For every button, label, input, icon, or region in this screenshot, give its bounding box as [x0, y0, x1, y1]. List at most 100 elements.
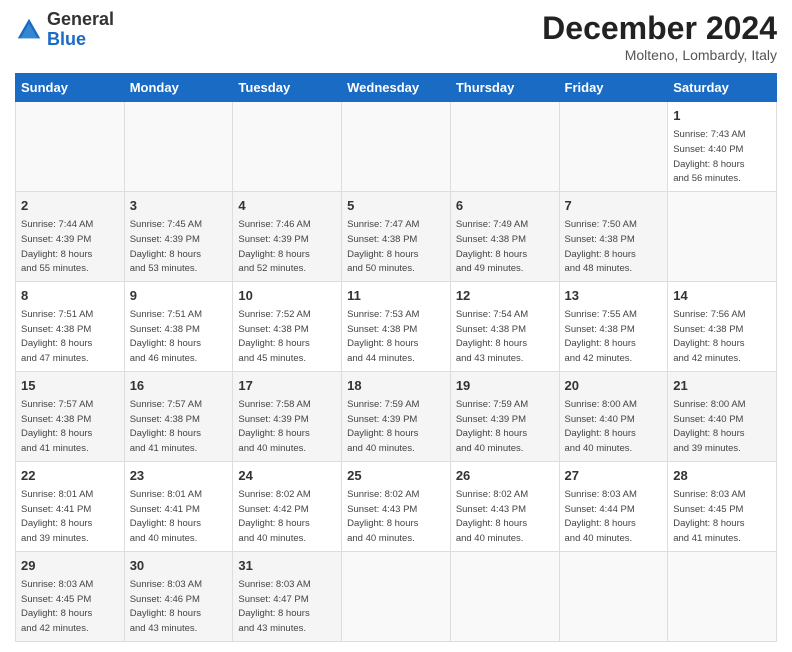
day-number: 5 — [347, 197, 445, 215]
day-info: Sunrise: 7:45 AMSunset: 4:39 PMDaylight:… — [130, 219, 202, 274]
day-info: Sunrise: 7:49 AMSunset: 4:38 PMDaylight:… — [456, 219, 528, 274]
day-number: 29 — [21, 557, 119, 575]
day-number: 10 — [238, 287, 336, 305]
table-row: 7 Sunrise: 7:50 AMSunset: 4:38 PMDaylight… — [559, 191, 668, 281]
month-title: December 2024 — [542, 10, 777, 47]
day-number: 24 — [238, 467, 336, 485]
table-row: 25 Sunrise: 8:02 AMSunset: 4:43 PMDayligh… — [342, 461, 451, 551]
table-row: 16 Sunrise: 7:57 AMSunset: 4:38 PMDayligh… — [124, 371, 233, 461]
col-monday: Monday — [124, 74, 233, 102]
table-row: 11Sunrise: 7:53 AMSunset: 4:38 PMDayligh… — [342, 281, 451, 371]
col-wednesday: Wednesday — [342, 74, 451, 102]
table-row: 31Sunrise: 8:03 AMSunset: 4:47 PMDayligh… — [233, 551, 342, 641]
table-row: 24 Sunrise: 8:02 AMSunset: 4:42 PMDayligh… — [233, 461, 342, 551]
day-number: 27 — [565, 467, 663, 485]
table-row: 18Sunrise: 7:59 AMSunset: 4:39 PMDayligh… — [342, 371, 451, 461]
day-number: 30 — [130, 557, 228, 575]
day-number: 23 — [130, 467, 228, 485]
day-info: Sunrise: 7:51 AMSunset: 4:38 PMDaylight:… — [21, 309, 93, 364]
table-row — [668, 551, 777, 641]
day-number: 31 — [238, 557, 336, 575]
calendar-week-row: 8 Sunrise: 7:51 AMSunset: 4:38 PMDaylight… — [16, 281, 777, 371]
col-tuesday: Tuesday — [233, 74, 342, 102]
page-container: General Blue December 2024 Molteno, Lomb… — [0, 0, 792, 652]
day-number: 2 — [21, 197, 119, 215]
day-number: 7 — [565, 197, 663, 215]
calendar-table: Sunday Monday Tuesday Wednesday Thursday… — [15, 73, 777, 642]
day-info: Sunrise: 8:03 AMSunset: 4:45 PMDaylight:… — [673, 489, 745, 544]
day-info: Sunrise: 7:54 AMSunset: 4:38 PMDaylight:… — [456, 309, 528, 364]
day-info: Sunrise: 8:02 AMSunset: 4:43 PMDaylight:… — [456, 489, 528, 544]
col-sunday: Sunday — [16, 74, 125, 102]
table-row: 27Sunrise: 8:03 AMSunset: 4:44 PMDayligh… — [559, 461, 668, 551]
page-header: General Blue December 2024 Molteno, Lomb… — [15, 10, 777, 63]
day-number: 6 — [456, 197, 554, 215]
day-number: 25 — [347, 467, 445, 485]
day-number: 26 — [456, 467, 554, 485]
table-row: 20 Sunrise: 8:00 AMSunset: 4:40 PMDayligh… — [559, 371, 668, 461]
header-row: Sunday Monday Tuesday Wednesday Thursday… — [16, 74, 777, 102]
day-info: Sunrise: 7:46 AMSunset: 4:39 PMDaylight:… — [238, 219, 310, 274]
day-info: Sunrise: 8:02 AMSunset: 4:43 PMDaylight:… — [347, 489, 419, 544]
table-row: 26 Sunrise: 8:02 AMSunset: 4:43 PMDayligh… — [450, 461, 559, 551]
day-number: 18 — [347, 377, 445, 395]
day-number: 19 — [456, 377, 554, 395]
day-number: 9 — [130, 287, 228, 305]
day-number: 15 — [21, 377, 119, 395]
table-row: 17Sunrise: 7:58 AMSunset: 4:39 PMDayligh… — [233, 371, 342, 461]
day-number: 13 — [565, 287, 663, 305]
table-row: 4 Sunrise: 7:46 AMSunset: 4:39 PMDaylight… — [233, 191, 342, 281]
day-number: 1 — [673, 107, 771, 125]
calendar-week-row: 22 Sunrise: 8:01 AMSunset: 4:41 PMDayligh… — [16, 461, 777, 551]
table-row: 6 Sunrise: 7:49 AMSunset: 4:38 PMDaylight… — [450, 191, 559, 281]
day-info: Sunrise: 7:55 AMSunset: 4:38 PMDaylight:… — [565, 309, 637, 364]
day-info: Sunrise: 7:52 AMSunset: 4:38 PMDaylight:… — [238, 309, 310, 364]
day-info: Sunrise: 7:58 AMSunset: 4:39 PMDaylight:… — [238, 399, 310, 454]
table-row: 28 Sunrise: 8:03 AMSunset: 4:45 PMDayligh… — [668, 461, 777, 551]
day-number: 28 — [673, 467, 771, 485]
day-info: Sunrise: 8:00 AMSunset: 4:40 PMDaylight:… — [565, 399, 637, 454]
day-number: 20 — [565, 377, 663, 395]
day-info: Sunrise: 7:47 AMSunset: 4:38 PMDaylight:… — [347, 219, 419, 274]
logo-icon — [15, 16, 43, 44]
day-info: Sunrise: 7:51 AMSunset: 4:38 PMDaylight:… — [130, 309, 202, 364]
col-thursday: Thursday — [450, 74, 559, 102]
calendar-week-row: 29 Sunrise: 8:03 AMSunset: 4:45 PMDayligh… — [16, 551, 777, 641]
day-number: 12 — [456, 287, 554, 305]
table-row — [450, 102, 559, 192]
day-info: Sunrise: 8:02 AMSunset: 4:42 PMDaylight:… — [238, 489, 310, 544]
day-info: Sunrise: 7:43 AMSunset: 4:40 PMDaylight:… — [673, 129, 745, 184]
day-info: Sunrise: 8:01 AMSunset: 4:41 PMDaylight:… — [130, 489, 202, 544]
table-row: 13 Sunrise: 7:55 AMSunset: 4:38 PMDayligh… — [559, 281, 668, 371]
table-row: 9 Sunrise: 7:51 AMSunset: 4:38 PMDaylight… — [124, 281, 233, 371]
day-info: Sunrise: 8:03 AMSunset: 4:46 PMDaylight:… — [130, 579, 202, 634]
logo-general: General — [47, 9, 114, 29]
col-friday: Friday — [559, 74, 668, 102]
day-number: 8 — [21, 287, 119, 305]
table-row — [233, 102, 342, 192]
day-number: 14 — [673, 287, 771, 305]
day-number: 16 — [130, 377, 228, 395]
table-row — [559, 102, 668, 192]
day-number: 22 — [21, 467, 119, 485]
table-row — [668, 191, 777, 281]
table-row — [342, 102, 451, 192]
table-row — [342, 551, 451, 641]
table-row — [450, 551, 559, 641]
day-info: Sunrise: 7:57 AMSunset: 4:38 PMDaylight:… — [130, 399, 202, 454]
table-row: 2 Sunrise: 7:44 AMSunset: 4:39 PMDaylight… — [16, 191, 125, 281]
table-row: 14Sunrise: 7:56 AMSunset: 4:38 PMDayligh… — [668, 281, 777, 371]
day-info: Sunrise: 8:03 AMSunset: 4:45 PMDaylight:… — [21, 579, 93, 634]
location: Molteno, Lombardy, Italy — [542, 47, 777, 63]
table-row: 3Sunrise: 7:45 AMSunset: 4:39 PMDaylight… — [124, 191, 233, 281]
day-number: 4 — [238, 197, 336, 215]
table-row: 22Sunrise: 8:01 AMSunset: 4:41 PMDayligh… — [16, 461, 125, 551]
table-row: 5 Sunrise: 7:47 AMSunset: 4:38 PMDaylight… — [342, 191, 451, 281]
day-number: 21 — [673, 377, 771, 395]
table-row: 12 Sunrise: 7:54 AMSunset: 4:38 PMDayligh… — [450, 281, 559, 371]
day-number: 11 — [347, 287, 445, 305]
logo-blue: Blue — [47, 29, 86, 49]
day-info: Sunrise: 7:50 AMSunset: 4:38 PMDaylight:… — [565, 219, 637, 274]
table-row: 1 Sunrise: 7:43 AMSunset: 4:40 PMDaylight… — [668, 102, 777, 192]
day-info: Sunrise: 7:44 AMSunset: 4:39 PMDaylight:… — [21, 219, 93, 274]
